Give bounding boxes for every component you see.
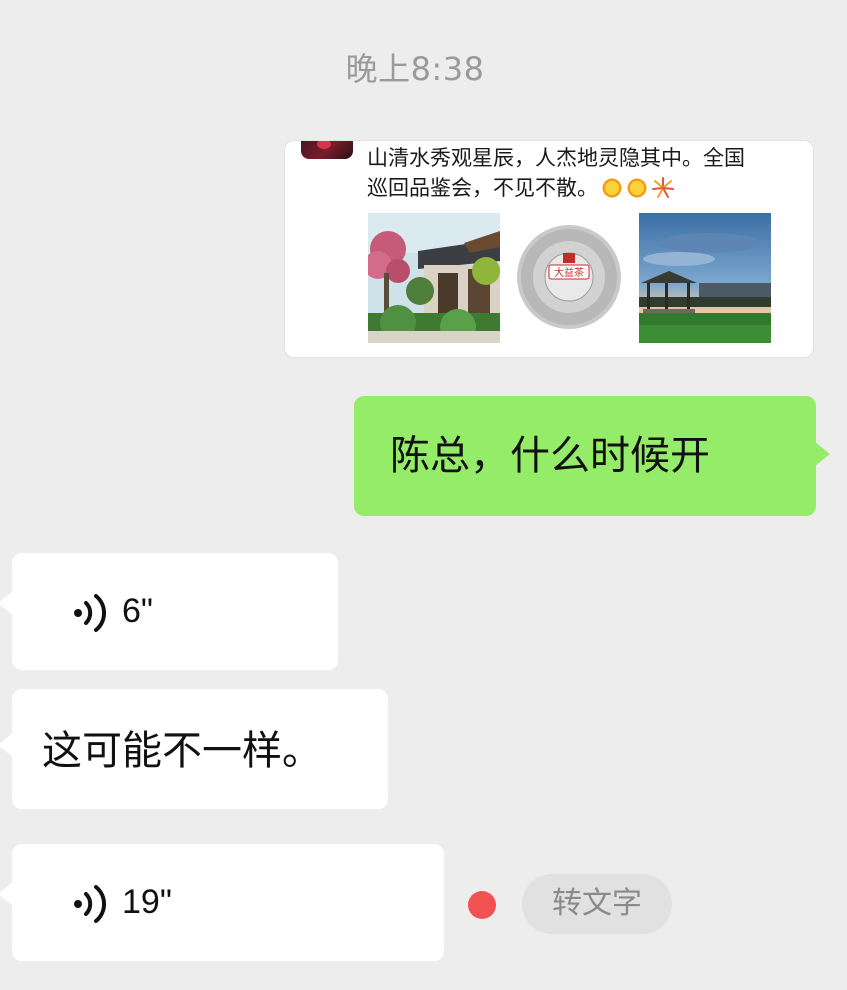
sun-emoji-icon [626,177,648,199]
voice-message-bubble[interactable]: 19" [0,844,444,961]
incoming-message-text: 这可能不一样。 [42,728,322,774]
outgoing-message-bubble[interactable]: 陈总，什么时候开 [354,396,830,516]
sender-avatar[interactable] [301,141,353,159]
outgoing-message-text: 陈总，什么时候开 [390,433,710,479]
voice-duration: 19" [122,883,172,921]
unread-voice-dot [468,891,496,919]
message-timestamp: 晚上8:38 [345,50,485,88]
voice-duration: 6" [122,592,153,630]
tea-cake-image[interactable]: 大益茶 [503,213,635,343]
pavilion-image[interactable] [639,213,771,343]
voice-wave-icon [74,594,107,632]
voice-message-bubble[interactable]: 6" [0,553,338,670]
garden-image[interactable] [368,213,500,343]
incoming-message-bubble[interactable]: 这可能不一样。 [0,689,388,809]
card-text-line-2: 巡回品鉴会，不见不散。 [367,173,797,203]
sun-emoji-icon [601,177,623,199]
tea-cake-label: 大益茶 [554,266,584,279]
card-text: 山清水秀观星辰，人杰地灵隐其中。全国 巡回品鉴会，不见不散。 [367,143,797,203]
firework-emoji-icon [652,177,674,198]
voice-wave-icon [74,885,107,923]
shared-moment-card[interactable]: 山清水秀观星辰，人杰地灵隐其中。全国 巡回品鉴会，不见不散。 大益茶 [284,140,814,358]
card-text-line-1: 山清水秀观星辰，人杰地灵隐其中。全国 [367,146,745,170]
convert-to-text-button[interactable]: 转文字 [522,874,672,934]
